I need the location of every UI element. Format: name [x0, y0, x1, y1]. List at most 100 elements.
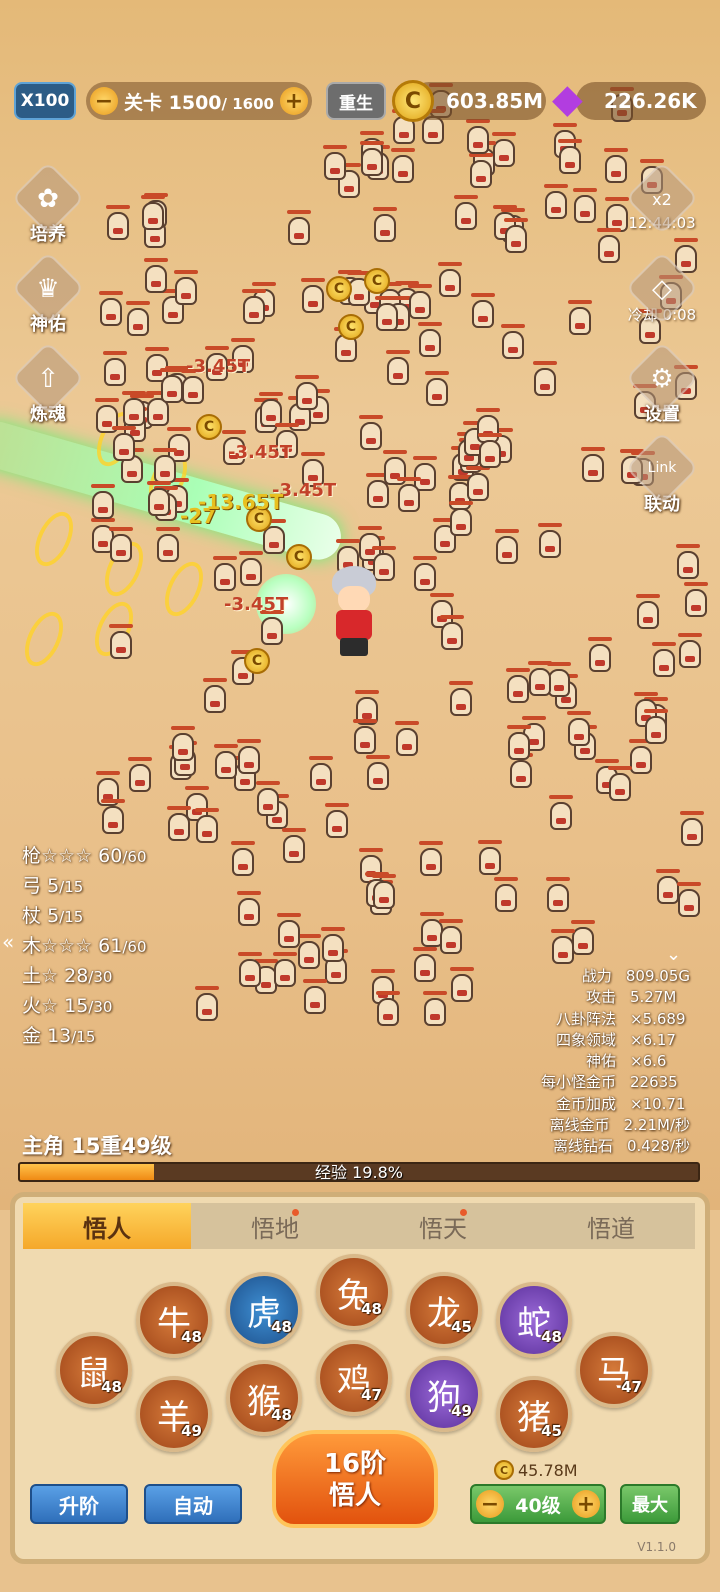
coin-drop[interactable]: C — [326, 276, 352, 302]
monster — [527, 661, 553, 697]
monster — [320, 927, 346, 963]
auto-button[interactable]: 自动 — [144, 1484, 242, 1524]
weapon-stat-row: 杖 5/15 — [22, 905, 84, 927]
monster — [470, 293, 496, 329]
zodiac-rat[interactable]: 鼠 48 — [56, 1332, 132, 1408]
monster — [532, 361, 558, 397]
monster — [294, 375, 320, 411]
settings-button[interactable]: ⚙ 设置 — [622, 341, 702, 426]
zodiac-horse[interactable]: 马 47 — [576, 1332, 652, 1408]
monster — [358, 415, 384, 451]
monster — [503, 218, 529, 254]
monster — [418, 841, 444, 877]
tab-wutian[interactable]: 悟天 — [359, 1203, 527, 1249]
monster — [477, 433, 503, 469]
monster — [407, 284, 433, 320]
coin-drop[interactable]: C — [338, 314, 364, 340]
chevron-down-icon[interactable]: ⌄ — [666, 944, 681, 965]
tab-wudao[interactable]: 悟道 — [527, 1203, 695, 1249]
weapon-stat-row: 土☆ 28/30 — [22, 965, 113, 987]
tab-wuren[interactable]: 悟人 — [23, 1203, 191, 1249]
monster — [159, 368, 185, 404]
monster — [679, 811, 705, 847]
monster — [152, 448, 178, 484]
monster — [98, 291, 124, 327]
monster — [212, 556, 238, 592]
zodiac-ox[interactable]: 牛 48 — [136, 1282, 212, 1358]
monster — [607, 766, 633, 802]
monster — [111, 426, 137, 462]
power-stat-row: 金币加成 ×10.71 — [555, 1094, 686, 1113]
battle-field: C C C C C C C -3.45T -3.45T -3.45T -3.45… — [0, 0, 720, 1210]
monster — [449, 967, 475, 1003]
monster — [448, 681, 474, 717]
monster — [371, 874, 397, 910]
boost-button[interactable]: x2 12:44:03 — [622, 161, 702, 235]
zodiac-dog[interactable]: 狗 49 — [406, 1356, 482, 1432]
monster — [322, 145, 348, 181]
rebirth-button[interactable]: 重生 — [326, 82, 386, 120]
top-bar: X100 − 关卡 1500/ 1600 + 重生 603.85M C 226.… — [0, 78, 720, 122]
zodiac-pig[interactable]: 猪 45 — [496, 1376, 572, 1452]
coin-drop[interactable]: C — [286, 544, 312, 570]
monster — [494, 529, 520, 565]
monster — [422, 991, 448, 1027]
cost-amount: 45.78M — [518, 1460, 578, 1480]
coin-drop[interactable]: C — [244, 648, 270, 674]
monster — [105, 205, 131, 241]
monster — [255, 781, 281, 817]
gem-reward-button[interactable]: ◇ 冷却 0:08 — [622, 251, 702, 325]
level-plus-button[interactable]: + — [279, 87, 308, 115]
weapon-stat-row: 金 13/15 — [22, 1025, 96, 1047]
monster — [548, 795, 574, 831]
stepper-plus-button[interactable]: + — [571, 1490, 600, 1518]
boost-multiplier: x2 — [652, 190, 672, 209]
monster — [412, 556, 438, 592]
coin-drop[interactable]: C — [364, 268, 390, 294]
blessing-icon: ♛ — [36, 274, 60, 304]
monster — [365, 755, 391, 791]
monster — [276, 913, 302, 949]
monster — [465, 466, 491, 502]
zodiac-level: 45 — [541, 1422, 562, 1440]
gold-coin-icon: C — [494, 1460, 514, 1480]
monster — [635, 594, 661, 630]
zodiac-rabbit[interactable]: 兔 48 — [316, 1254, 392, 1330]
stepper-minus-button[interactable]: − — [476, 1490, 504, 1518]
zodiac-monkey[interactable]: 猴 48 — [226, 1360, 302, 1436]
link-button[interactable]: Link 联动 — [622, 431, 702, 516]
coin-drop[interactable]: C — [196, 414, 222, 440]
zodiac-level: 48 — [361, 1300, 382, 1318]
monster — [281, 828, 307, 864]
monster — [453, 195, 479, 231]
power-stat-row: 神佑 ×6.6 — [585, 1052, 667, 1071]
diamond-outline-icon: ◇ — [652, 274, 672, 304]
cultivate-button[interactable]: ✿ 培养 — [8, 161, 88, 246]
soul-refine-icon: ⇧ — [37, 364, 59, 394]
monster — [241, 289, 267, 325]
blessing-button[interactable]: ♛ 神佑 — [8, 251, 88, 336]
zodiac-dragon[interactable]: 龙 45 — [406, 1272, 482, 1348]
zodiac-rooster[interactable]: 鸡 47 — [316, 1340, 392, 1416]
zodiac-tiger[interactable]: 虎 48 — [226, 1272, 302, 1348]
monster — [272, 952, 298, 988]
level-stepper: − 40级 + — [470, 1484, 606, 1524]
zodiac-snake[interactable]: 蛇 48 — [496, 1282, 572, 1358]
soul-refine-button[interactable]: ⇧ 炼魂 — [8, 341, 88, 426]
advance-stage-button[interactable]: 16阶 悟人 — [272, 1430, 438, 1528]
chevron-left-icon[interactable]: « — [2, 930, 14, 954]
monster — [372, 207, 398, 243]
monster — [202, 678, 228, 714]
power-stats: 战力 809.05G 攻击 5.27M 八卦阵法 ×5.689 四象领域 ×6.17 神… — [541, 966, 690, 1158]
monster — [308, 756, 334, 792]
monster — [506, 725, 532, 761]
damage-number: -3.45T — [186, 356, 251, 377]
upgrade-button[interactable]: 升阶 — [30, 1484, 128, 1524]
max-button[interactable]: 最大 — [620, 1484, 680, 1524]
level-minus-button[interactable]: − — [90, 87, 118, 115]
tab-wudi[interactable]: 悟地 — [191, 1203, 359, 1249]
power-stat-row: 离线金币 2.21M/秒 — [549, 1116, 690, 1135]
damage-number: -3.45T — [228, 442, 293, 463]
speed-button[interactable]: X100 — [14, 82, 76, 120]
zodiac-goat[interactable]: 羊 49 — [136, 1376, 212, 1452]
